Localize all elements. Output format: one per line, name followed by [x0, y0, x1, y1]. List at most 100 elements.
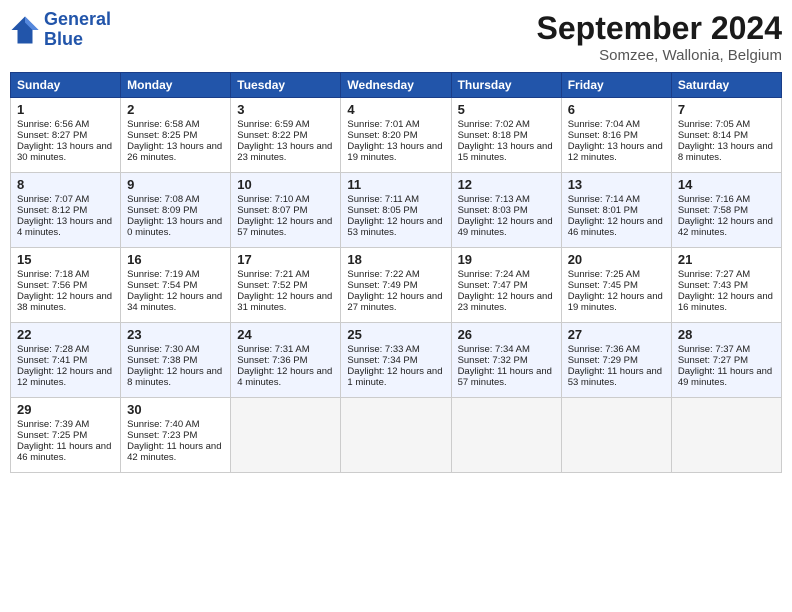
sunrise-text: Sunrise: 7:33 AM — [347, 344, 419, 355]
daylight-text: Daylight: 12 hours and 19 minutes. — [568, 291, 663, 313]
page-header: General Blue September 2024 Somzee, Wall… — [10, 10, 782, 64]
header-sunday: Sunday — [11, 73, 121, 98]
sunset-text: Sunset: 7:47 PM — [458, 280, 528, 291]
daylight-text: Daylight: 11 hours and 46 minutes. — [17, 441, 111, 463]
week-row-1: 1 Sunrise: 6:56 AM Sunset: 8:27 PM Dayli… — [11, 98, 782, 173]
sunset-text: Sunset: 8:27 PM — [17, 130, 87, 141]
sunrise-text: Sunrise: 7:24 AM — [458, 269, 530, 280]
daylight-text: Daylight: 11 hours and 42 minutes. — [127, 441, 221, 463]
day-cell: 22 Sunrise: 7:28 AM Sunset: 7:41 PM Dayl… — [11, 323, 121, 398]
daylight-text: Daylight: 12 hours and 34 minutes. — [127, 291, 222, 313]
sunset-text: Sunset: 8:25 PM — [127, 130, 197, 141]
day-number: 8 — [17, 177, 114, 192]
location-subtitle: Somzee, Wallonia, Belgium — [537, 47, 782, 64]
sunrise-text: Sunrise: 7:40 AM — [127, 419, 199, 430]
sunrise-text: Sunrise: 7:31 AM — [237, 344, 309, 355]
daylight-text: Daylight: 13 hours and 4 minutes. — [17, 216, 112, 238]
sunrise-text: Sunrise: 7:14 AM — [568, 194, 640, 205]
day-cell: 8 Sunrise: 7:07 AM Sunset: 8:12 PM Dayli… — [11, 173, 121, 248]
week-row-4: 22 Sunrise: 7:28 AM Sunset: 7:41 PM Dayl… — [11, 323, 782, 398]
day-number: 13 — [568, 177, 665, 192]
day-number: 29 — [17, 402, 114, 417]
daylight-text: Daylight: 12 hours and 23 minutes. — [458, 291, 553, 313]
sunset-text: Sunset: 8:09 PM — [127, 205, 197, 216]
daylight-text: Daylight: 13 hours and 8 minutes. — [678, 141, 773, 163]
sunrise-text: Sunrise: 7:22 AM — [347, 269, 419, 280]
sunrise-text: Sunrise: 7:02 AM — [458, 119, 530, 130]
day-cell: 13 Sunrise: 7:14 AM Sunset: 8:01 PM Dayl… — [561, 173, 671, 248]
title-block: September 2024 Somzee, Wallonia, Belgium — [537, 10, 782, 64]
sunrise-text: Sunrise: 7:10 AM — [237, 194, 309, 205]
sunset-text: Sunset: 7:34 PM — [347, 355, 417, 366]
sunrise-text: Sunrise: 7:04 AM — [568, 119, 640, 130]
day-number: 28 — [678, 327, 775, 342]
daylight-text: Daylight: 13 hours and 30 minutes. — [17, 141, 112, 163]
header-saturday: Saturday — [671, 73, 781, 98]
header-friday: Friday — [561, 73, 671, 98]
sunrise-text: Sunrise: 6:58 AM — [127, 119, 199, 130]
day-cell: 7 Sunrise: 7:05 AM Sunset: 8:14 PM Dayli… — [671, 98, 781, 173]
sunset-text: Sunset: 7:27 PM — [678, 355, 748, 366]
day-cell: 12 Sunrise: 7:13 AM Sunset: 8:03 PM Dayl… — [451, 173, 561, 248]
sunrise-text: Sunrise: 6:56 AM — [17, 119, 89, 130]
sunrise-text: Sunrise: 7:01 AM — [347, 119, 419, 130]
sunrise-text: Sunrise: 7:08 AM — [127, 194, 199, 205]
day-number: 2 — [127, 102, 224, 117]
daylight-text: Daylight: 12 hours and 46 minutes. — [568, 216, 663, 238]
sunrise-text: Sunrise: 7:13 AM — [458, 194, 530, 205]
sunset-text: Sunset: 8:22 PM — [237, 130, 307, 141]
day-number: 22 — [17, 327, 114, 342]
day-cell — [561, 398, 671, 473]
daylight-text: Daylight: 12 hours and 42 minutes. — [678, 216, 773, 238]
day-number: 24 — [237, 327, 334, 342]
sunrise-text: Sunrise: 7:39 AM — [17, 419, 89, 430]
sunrise-text: Sunrise: 7:37 AM — [678, 344, 750, 355]
sunrise-text: Sunrise: 7:25 AM — [568, 269, 640, 280]
logo: General Blue — [10, 10, 111, 50]
day-number: 4 — [347, 102, 444, 117]
sunrise-text: Sunrise: 7:19 AM — [127, 269, 199, 280]
daylight-text: Daylight: 12 hours and 53 minutes. — [347, 216, 442, 238]
day-number: 14 — [678, 177, 775, 192]
daylight-text: Daylight: 12 hours and 38 minutes. — [17, 291, 112, 313]
daylight-text: Daylight: 12 hours and 8 minutes. — [127, 366, 222, 388]
day-cell: 27 Sunrise: 7:36 AM Sunset: 7:29 PM Dayl… — [561, 323, 671, 398]
daylight-text: Daylight: 13 hours and 12 minutes. — [568, 141, 663, 163]
day-cell — [671, 398, 781, 473]
daylight-text: Daylight: 12 hours and 31 minutes. — [237, 291, 332, 313]
week-row-2: 8 Sunrise: 7:07 AM Sunset: 8:12 PM Dayli… — [11, 173, 782, 248]
sunset-text: Sunset: 7:38 PM — [127, 355, 197, 366]
day-number: 21 — [678, 252, 775, 267]
sunset-text: Sunset: 8:01 PM — [568, 205, 638, 216]
daylight-text: Daylight: 11 hours and 57 minutes. — [458, 366, 552, 388]
sunrise-text: Sunrise: 7:16 AM — [678, 194, 750, 205]
month-title: September 2024 — [537, 10, 782, 47]
sunset-text: Sunset: 8:18 PM — [458, 130, 528, 141]
day-cell: 15 Sunrise: 7:18 AM Sunset: 7:56 PM Dayl… — [11, 248, 121, 323]
sunrise-text: Sunrise: 7:11 AM — [347, 194, 419, 205]
daylight-text: Daylight: 11 hours and 53 minutes. — [568, 366, 662, 388]
header-monday: Monday — [121, 73, 231, 98]
days-header-row: Sunday Monday Tuesday Wednesday Thursday… — [11, 73, 782, 98]
daylight-text: Daylight: 12 hours and 1 minute. — [347, 366, 442, 388]
sunrise-text: Sunrise: 7:28 AM — [17, 344, 89, 355]
sunrise-text: Sunrise: 7:30 AM — [127, 344, 199, 355]
header-thursday: Thursday — [451, 73, 561, 98]
sunset-text: Sunset: 8:14 PM — [678, 130, 748, 141]
sunset-text: Sunset: 7:54 PM — [127, 280, 197, 291]
day-cell: 28 Sunrise: 7:37 AM Sunset: 7:27 PM Dayl… — [671, 323, 781, 398]
sunset-text: Sunset: 7:49 PM — [347, 280, 417, 291]
day-number: 15 — [17, 252, 114, 267]
day-number: 12 — [458, 177, 555, 192]
logo-icon — [10, 15, 40, 45]
sunset-text: Sunset: 7:23 PM — [127, 430, 197, 441]
week-row-3: 15 Sunrise: 7:18 AM Sunset: 7:56 PM Dayl… — [11, 248, 782, 323]
day-cell: 5 Sunrise: 7:02 AM Sunset: 8:18 PM Dayli… — [451, 98, 561, 173]
daylight-text: Daylight: 13 hours and 15 minutes. — [458, 141, 553, 163]
daylight-text: Daylight: 13 hours and 26 minutes. — [127, 141, 222, 163]
day-cell: 3 Sunrise: 6:59 AM Sunset: 8:22 PM Dayli… — [231, 98, 341, 173]
day-cell — [231, 398, 341, 473]
daylight-text: Daylight: 11 hours and 49 minutes. — [678, 366, 772, 388]
sunset-text: Sunset: 7:41 PM — [17, 355, 87, 366]
day-cell: 9 Sunrise: 7:08 AM Sunset: 8:09 PM Dayli… — [121, 173, 231, 248]
